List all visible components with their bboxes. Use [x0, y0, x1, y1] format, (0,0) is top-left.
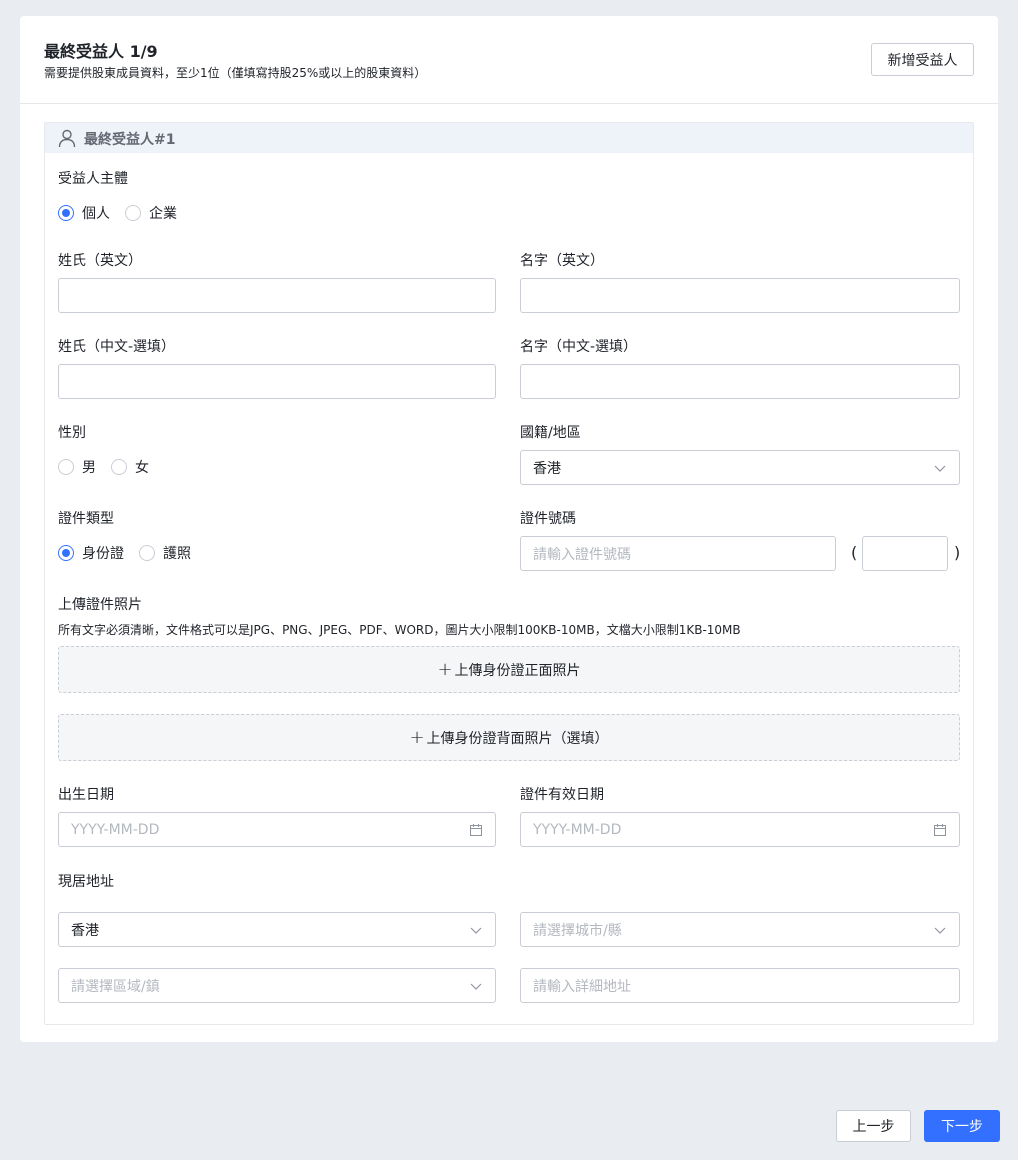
chevron-down-icon	[470, 983, 482, 990]
address-detail-input[interactable]: 請輸入詳細地址	[520, 968, 960, 1003]
plus-icon: +	[437, 659, 453, 680]
radio-label: 女	[135, 460, 149, 476]
address-label: 現居地址	[58, 874, 114, 890]
paren-close: )	[954, 543, 961, 562]
calendar-icon	[934, 824, 946, 836]
id-check-digit-input[interactable]	[862, 536, 948, 571]
radio-dot	[58, 205, 74, 221]
birth-date-placeholder: YYYY-MM-DD	[71, 821, 160, 838]
address-country-select[interactable]: 香港	[58, 912, 496, 947]
upload-back-button[interactable]: + 上傳身份證背面照片（選填）	[58, 714, 960, 761]
surname-zh-label: 姓氏（中文-選填）	[58, 339, 176, 355]
radio-label: 護照	[163, 546, 191, 562]
nationality-value: 香港	[533, 460, 561, 477]
upload-label: 上傳證件照片	[58, 597, 142, 613]
id-number-label: 證件號碼	[520, 511, 576, 527]
card-header: 最終受益人 1/9 需要提供股東成員資料，至少1位（僅填寫持股25%或以上的股東…	[20, 16, 998, 104]
radio-individual[interactable]: 個人	[58, 203, 110, 223]
nationality-label: 國籍/地區	[520, 425, 581, 441]
radio-dot	[139, 545, 155, 561]
radio-dot	[58, 459, 74, 475]
calendar-icon	[470, 824, 482, 836]
radio-passport[interactable]: 護照	[139, 543, 191, 563]
chevron-down-icon	[934, 465, 946, 472]
beneficiary-card: 最終受益人 1/9 需要提供股東成員資料，至少1位（僅填寫持股25%或以上的股東…	[20, 16, 998, 1042]
beneficiary-section: 最終受益人#1 受益人主體 個人 企業 姓氏（英文） 名字（英文） 姓氏（中文-…	[44, 122, 974, 1025]
radio-label: 企業	[149, 206, 177, 222]
birth-date-label: 出生日期	[58, 787, 114, 803]
chevron-down-icon	[934, 927, 946, 934]
nationality-select[interactable]: 香港	[520, 450, 960, 485]
chevron-down-icon	[470, 927, 482, 934]
surname-zh-input[interactable]	[58, 364, 496, 399]
radio-company[interactable]: 企業	[125, 203, 177, 223]
add-beneficiary-button[interactable]: 新增受益人	[871, 43, 974, 76]
radio-label: 身份證	[82, 546, 124, 562]
expiry-date-label: 證件有效日期	[520, 787, 604, 803]
surname-en-input[interactable]	[58, 278, 496, 313]
user-icon	[58, 129, 76, 148]
id-type-label: 證件類型	[58, 511, 114, 527]
address-district-select[interactable]: 請選擇區域/鎮	[58, 968, 496, 1003]
address-city-placeholder: 請選擇城市/縣	[533, 922, 622, 939]
entity-type-label: 受益人主體	[58, 171, 128, 187]
section-header: 最終受益人#1	[45, 123, 973, 153]
expiry-date-picker[interactable]: YYYY-MM-DD	[520, 812, 960, 847]
paren-open: (	[851, 543, 858, 562]
address-district-placeholder: 請選擇區域/鎮	[71, 978, 160, 995]
expiry-date-placeholder: YYYY-MM-DD	[533, 821, 622, 838]
radio-dot	[58, 545, 74, 561]
radio-male[interactable]: 男	[58, 457, 96, 477]
radio-female[interactable]: 女	[111, 457, 149, 477]
given-zh-input[interactable]	[520, 364, 960, 399]
gender-label: 性別	[58, 425, 86, 441]
surname-en-label: 姓氏（英文）	[58, 253, 142, 269]
id-number-input[interactable]: 請輸入證件號碼	[520, 536, 836, 571]
id-number-placeholder: 請輸入證件號碼	[533, 546, 631, 563]
upload-front-button[interactable]: + 上傳身份證正面照片	[58, 646, 960, 693]
page-title: 最終受益人 1/9	[44, 42, 158, 61]
page-subtitle: 需要提供股東成員資料，至少1位（僅填寫持股25%或以上的股東資料）	[44, 66, 427, 80]
radio-label: 個人	[82, 206, 110, 222]
address-city-select[interactable]: 請選擇城市/縣	[520, 912, 960, 947]
radio-dot	[111, 459, 127, 475]
birth-date-picker[interactable]: YYYY-MM-DD	[58, 812, 496, 847]
upload-back-label: 上傳身份證背面照片（選填）	[426, 730, 609, 747]
prev-step-button[interactable]: 上一步	[836, 1110, 911, 1142]
radio-label: 男	[82, 460, 96, 476]
given-zh-label: 名字（中文-選填）	[520, 339, 638, 355]
upload-hint: 所有文字必須清晰，文件格式可以是JPG、PNG、JPEG、PDF、WORD，圖片…	[58, 623, 741, 637]
address-detail-placeholder: 請輸入詳細地址	[533, 978, 631, 995]
next-step-button[interactable]: 下一步	[924, 1110, 1000, 1142]
plus-icon: +	[409, 727, 425, 748]
section-title: 最終受益人#1	[84, 132, 176, 148]
radio-id-card[interactable]: 身份證	[58, 543, 124, 563]
given-en-input[interactable]	[520, 278, 960, 313]
given-en-label: 名字（英文）	[520, 253, 604, 269]
address-country-value: 香港	[71, 922, 99, 939]
radio-dot	[125, 205, 141, 221]
upload-front-label: 上傳身份證正面照片	[454, 662, 581, 679]
